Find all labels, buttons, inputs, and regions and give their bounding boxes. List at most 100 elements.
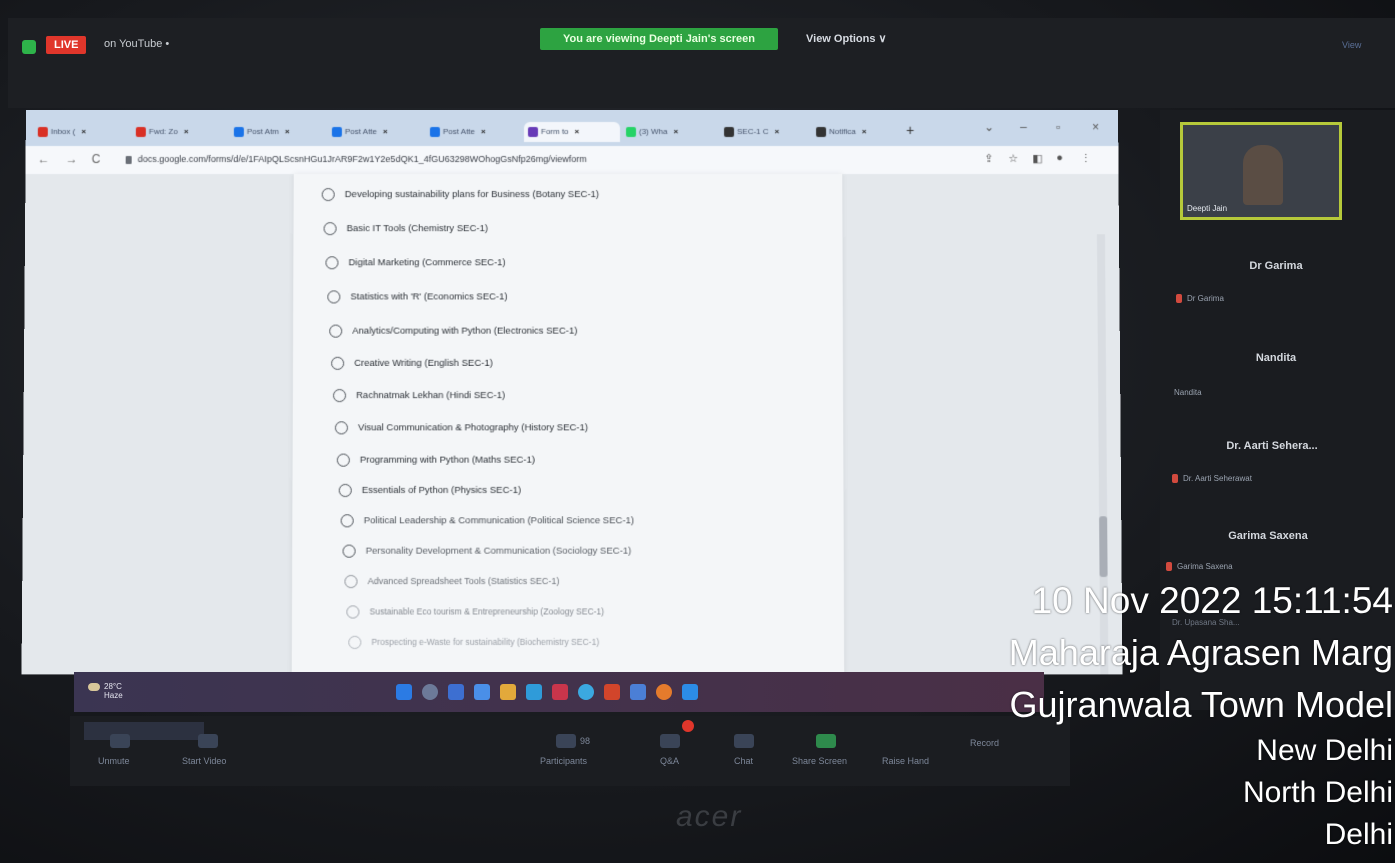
unmute-button[interactable]: Unmute	[98, 756, 130, 766]
option-item[interactable]: Visual Communication & Photography (Hist…	[334, 421, 588, 435]
share-icon[interactable]: ⇪	[984, 152, 993, 165]
close-icon[interactable]: ×	[575, 127, 580, 136]
start-icon[interactable]	[396, 684, 412, 700]
chrome-icon[interactable]	[578, 684, 594, 700]
menu-icon[interactable]: ⋮	[1080, 152, 1091, 165]
profile-avatar[interactable]: ●	[1056, 152, 1063, 164]
start-video-button[interactable]: Start Video	[182, 756, 226, 766]
minimize-icon[interactable]: –	[1020, 120, 1027, 134]
zoom-icon[interactable]	[682, 684, 698, 700]
close-icon[interactable]: ×	[775, 127, 780, 136]
weather-widget[interactable]: 28°C Haze	[88, 682, 123, 700]
new-tab-icon[interactable]: +	[906, 122, 914, 138]
reload-icon[interactable]: C	[92, 152, 101, 166]
maximize-icon[interactable]: ▫	[1056, 120, 1060, 134]
star-icon[interactable]: ☆	[1008, 152, 1018, 165]
live-badge[interactable]: LIVE	[46, 36, 87, 54]
radio-button[interactable]	[342, 544, 356, 558]
qa-button[interactable]: Q&A	[660, 756, 679, 766]
tab-8[interactable]: Notifica ×	[812, 122, 906, 142]
tab-4[interactable]: Post Atte ×	[426, 122, 522, 142]
option-item[interactable]: Digital Marketing (Commerce SEC-1)	[325, 256, 506, 270]
tab-6[interactable]: (3) Wha ×	[622, 122, 718, 142]
radio-button[interactable]	[325, 256, 339, 270]
radio-button[interactable]	[336, 453, 350, 467]
video-off-icon[interactable]	[198, 734, 218, 748]
chat-icon[interactable]	[734, 734, 754, 748]
view-options-button[interactable]: View Options ∨	[806, 32, 887, 45]
tab-3[interactable]: Post Atte ×	[328, 122, 424, 142]
forward-icon[interactable]: →	[66, 152, 78, 166]
radio-button[interactable]	[332, 389, 347, 403]
chrome-profile-icon[interactable]	[656, 684, 672, 700]
close-icon[interactable]: ×	[862, 127, 867, 136]
option-item[interactable]: Creative Writing (English SEC-1)	[331, 356, 493, 370]
radio-button[interactable]	[334, 421, 348, 435]
close-icon[interactable]: ×	[673, 127, 678, 136]
tab-2[interactable]: Post Atm ×	[230, 122, 326, 142]
radio-button[interactable]	[331, 356, 345, 370]
word-icon[interactable]	[630, 684, 646, 700]
edge-icon[interactable]	[526, 684, 542, 700]
close-icon[interactable]: ×	[383, 127, 388, 136]
share-screen-icon[interactable]	[816, 734, 836, 748]
radio-button[interactable]	[344, 574, 358, 589]
close-icon[interactable]: ×	[481, 127, 486, 136]
option-item[interactable]: Statistics with 'R' (Economics SEC-1)	[327, 290, 508, 304]
mic-muted-icon	[1172, 474, 1178, 484]
option-item[interactable]: Prospecting e-Waste for sustainability (…	[348, 635, 600, 650]
url-field[interactable]: docs.google.com/forms/d/e/1FAIpQLScsnHGu…	[125, 154, 587, 164]
close-window-icon[interactable]: ×	[1092, 120, 1099, 134]
radio-button[interactable]	[327, 290, 341, 304]
radio-button[interactable]	[340, 514, 354, 528]
store-icon[interactable]	[552, 684, 568, 700]
tab-0[interactable]: Inbox (×	[34, 122, 130, 142]
tab-5[interactable]: Form to ×	[523, 121, 621, 143]
chat-app-icon[interactable]	[474, 684, 490, 700]
option-item[interactable]: Personality Development & Communication …	[342, 544, 632, 558]
radio-button[interactable]	[346, 605, 360, 619]
qa-icon[interactable]	[660, 734, 680, 748]
radio-button[interactable]	[321, 188, 335, 202]
radio-button[interactable]	[329, 324, 343, 338]
option-item[interactable]: Rachnatmak Lekhan (Hindi SEC-1)	[332, 389, 505, 403]
option-label: Prospecting e-Waste for sustainability (…	[371, 636, 600, 647]
close-icon[interactable]: ×	[81, 127, 86, 136]
tab-label: Post Atte	[344, 126, 377, 137]
file-explorer-icon[interactable]	[500, 684, 516, 700]
radio-button[interactable]	[338, 483, 352, 498]
sidebar-icon[interactable]: ◧	[1032, 152, 1042, 165]
share-screen-button[interactable]: Share Screen	[792, 756, 847, 766]
radio-button[interactable]	[348, 635, 362, 650]
option-item[interactable]: Sustainable Eco tourism & Entrepreneursh…	[346, 605, 604, 619]
view-button[interactable]: View	[1342, 40, 1361, 50]
microphone-muted-icon[interactable]	[110, 734, 130, 748]
back-icon[interactable]: ←	[38, 152, 50, 166]
chevron-down-icon[interactable]: ⌄	[984, 120, 994, 134]
live-on-youtube[interactable]: on YouTube •	[104, 38, 169, 50]
option-item[interactable]: Analytics/Computing with Python (Electro…	[329, 324, 577, 338]
tab-1[interactable]: Fwd: Zo ×	[132, 122, 228, 142]
location-line-3: New Delhi	[1256, 734, 1393, 767]
search-icon[interactable]	[422, 684, 438, 700]
chat-button[interactable]: Chat	[734, 756, 753, 766]
scrollbar-thumb[interactable]	[1099, 516, 1108, 577]
option-item[interactable]: Essentials of Python (Physics SEC-1)	[338, 483, 521, 498]
participants-button[interactable]: Participants	[540, 756, 587, 766]
radio-button[interactable]	[323, 222, 337, 236]
raise-hand-button[interactable]: Raise Hand	[882, 756, 929, 766]
forms-icon	[527, 126, 538, 137]
option-item[interactable]: Developing sustainability plans for Busi…	[321, 188, 599, 202]
option-item[interactable]: Programming with Python (Maths SEC-1)	[336, 453, 535, 467]
active-speaker-video[interactable]: Deepti Jain	[1180, 122, 1342, 220]
option-item[interactable]: Basic IT Tools (Chemistry SEC-1)	[323, 222, 488, 236]
task-view-icon[interactable]	[448, 684, 464, 700]
office-icon[interactable]	[604, 684, 620, 700]
option-item[interactable]: Political Leadership & Communication (Po…	[340, 514, 635, 528]
close-icon[interactable]: ×	[184, 127, 189, 136]
participants-icon[interactable]	[556, 734, 576, 748]
close-icon[interactable]: ×	[285, 127, 290, 136]
record-button[interactable]: Record	[970, 738, 999, 748]
tab-7[interactable]: SEC-1 C ×	[720, 122, 812, 142]
option-item[interactable]: Advanced Spreadsheet Tools (Statistics S…	[344, 574, 559, 589]
